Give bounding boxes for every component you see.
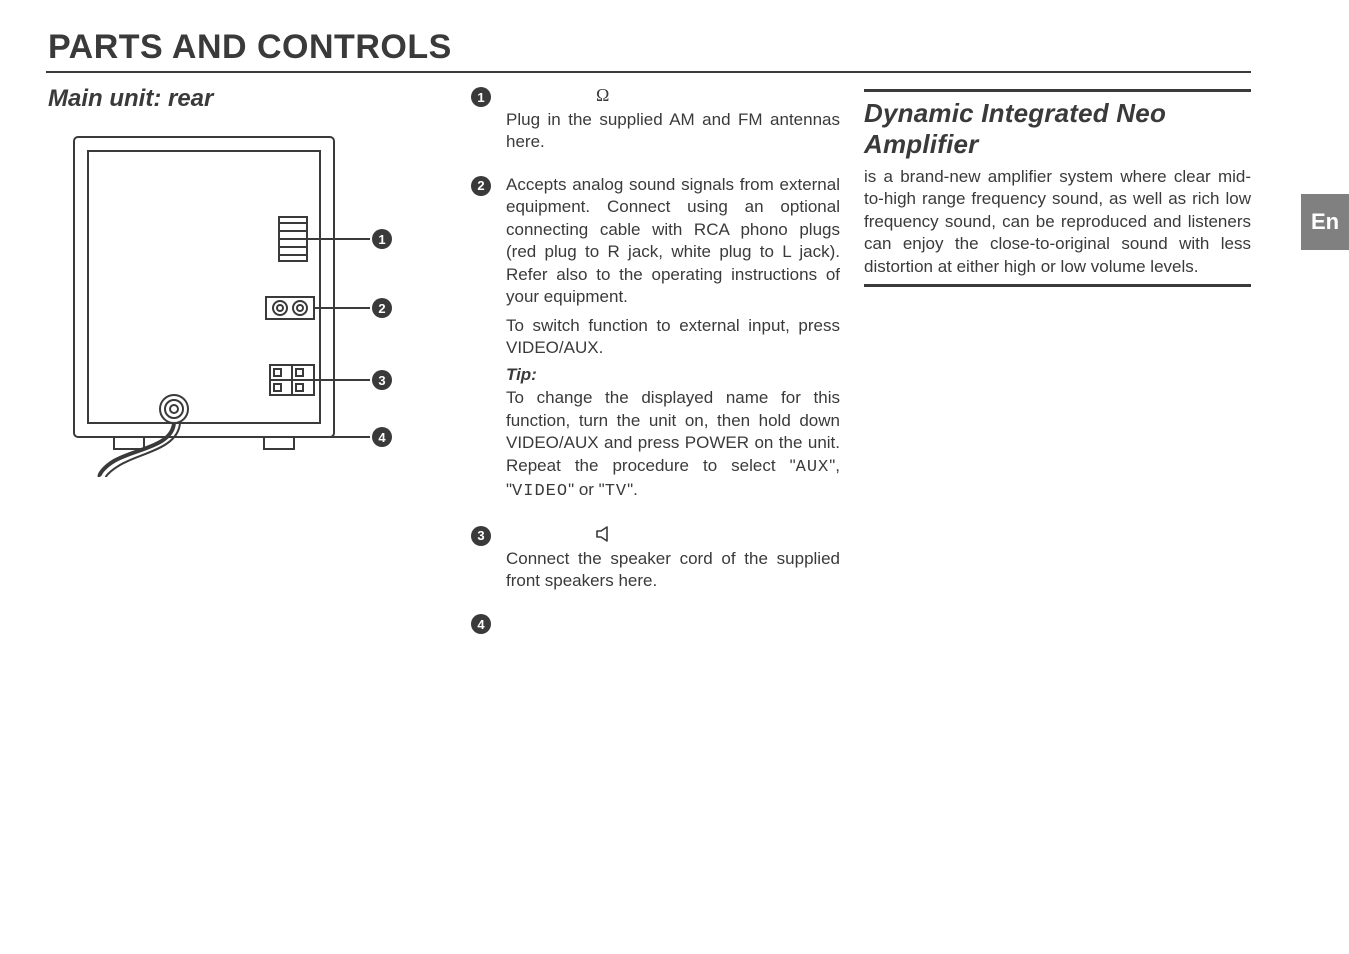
item-2-badge: 2 [470,174,492,510]
num-badge: 4 [471,614,491,634]
right-heading: Dynamic Integrated Neo Amplifier [864,98,1251,160]
item-3-body: Connect the speaker cord of the supplied… [506,524,840,599]
tip-pre: To change the displayed name for this fu… [506,388,840,474]
right-bottom-rule [864,284,1251,287]
right-top-rule [864,89,1251,92]
columns: Main unit: rear [46,85,1251,648]
rear-diagram-svg [64,127,404,477]
middle-column: 1 Ω Plug in the supplied AM and FM anten… [470,85,840,648]
tip-opt-aux: AUX [796,458,830,477]
speaker-icon [596,526,616,542]
item-1-p1: Plug in the supplied AM and FM antennas … [506,109,840,154]
item-2-p1: Accepts analog sound signals from extern… [506,174,840,309]
item-3-head [506,524,840,544]
item-3-p1: Connect the speaker cord of the supplied… [506,548,840,593]
ohm-symbol: Ω [596,85,609,106]
page-title: PARTS AND CONTROLS [48,28,1251,67]
tip-opt-video: VIDEO [512,482,568,501]
diagram-callout-2: 2 [372,298,392,318]
title-rule [46,71,1251,73]
left-heading: Main unit: rear [48,85,446,113]
item-2-body: Accepts analog sound signals from extern… [506,174,840,510]
item-3-badge: 3 [470,524,492,599]
right-column: Dynamic Integrated Neo Amplifier is a br… [864,85,1251,648]
item-1-badge: 1 [470,85,492,160]
diagram-callout-4: 4 [372,427,392,447]
tip-sep2: " or " [568,480,605,499]
num-badge: 2 [471,176,491,196]
page: PARTS AND CONTROLS Main unit: rear [0,0,1349,954]
tip-end: ". [627,480,638,499]
tip-opt-tv: TV [605,482,627,501]
num-badge: 3 [471,526,491,546]
rear-diagram: 1 2 3 4 [64,127,404,477]
item-1-body: Ω Plug in the supplied AM and FM antenna… [506,85,840,160]
item-2-p2: To switch function to external input, pr… [506,315,840,360]
right-body: is a brand-new amplifier system where cl… [864,166,1251,278]
item-4-body [506,612,840,634]
left-column: Main unit: rear [46,85,446,648]
item-4: 4 [470,612,840,634]
diagram-callout-1: 1 [372,229,392,249]
item-1: 1 Ω Plug in the supplied AM and FM anten… [470,85,840,160]
item-2-tip: To change the displayed name for this fu… [506,387,840,503]
tip-label: Tip: [506,365,840,385]
item-1-head: Ω [506,85,840,105]
num-badge: 1 [471,87,491,107]
language-tab: En [1301,194,1349,250]
diagram-callout-3: 3 [372,370,392,390]
item-3: 3 Connect the speaker cord of the suppli… [470,524,840,599]
item-2: 2 Accepts analog sound signals from exte… [470,174,840,510]
item-4-badge: 4 [470,612,492,634]
